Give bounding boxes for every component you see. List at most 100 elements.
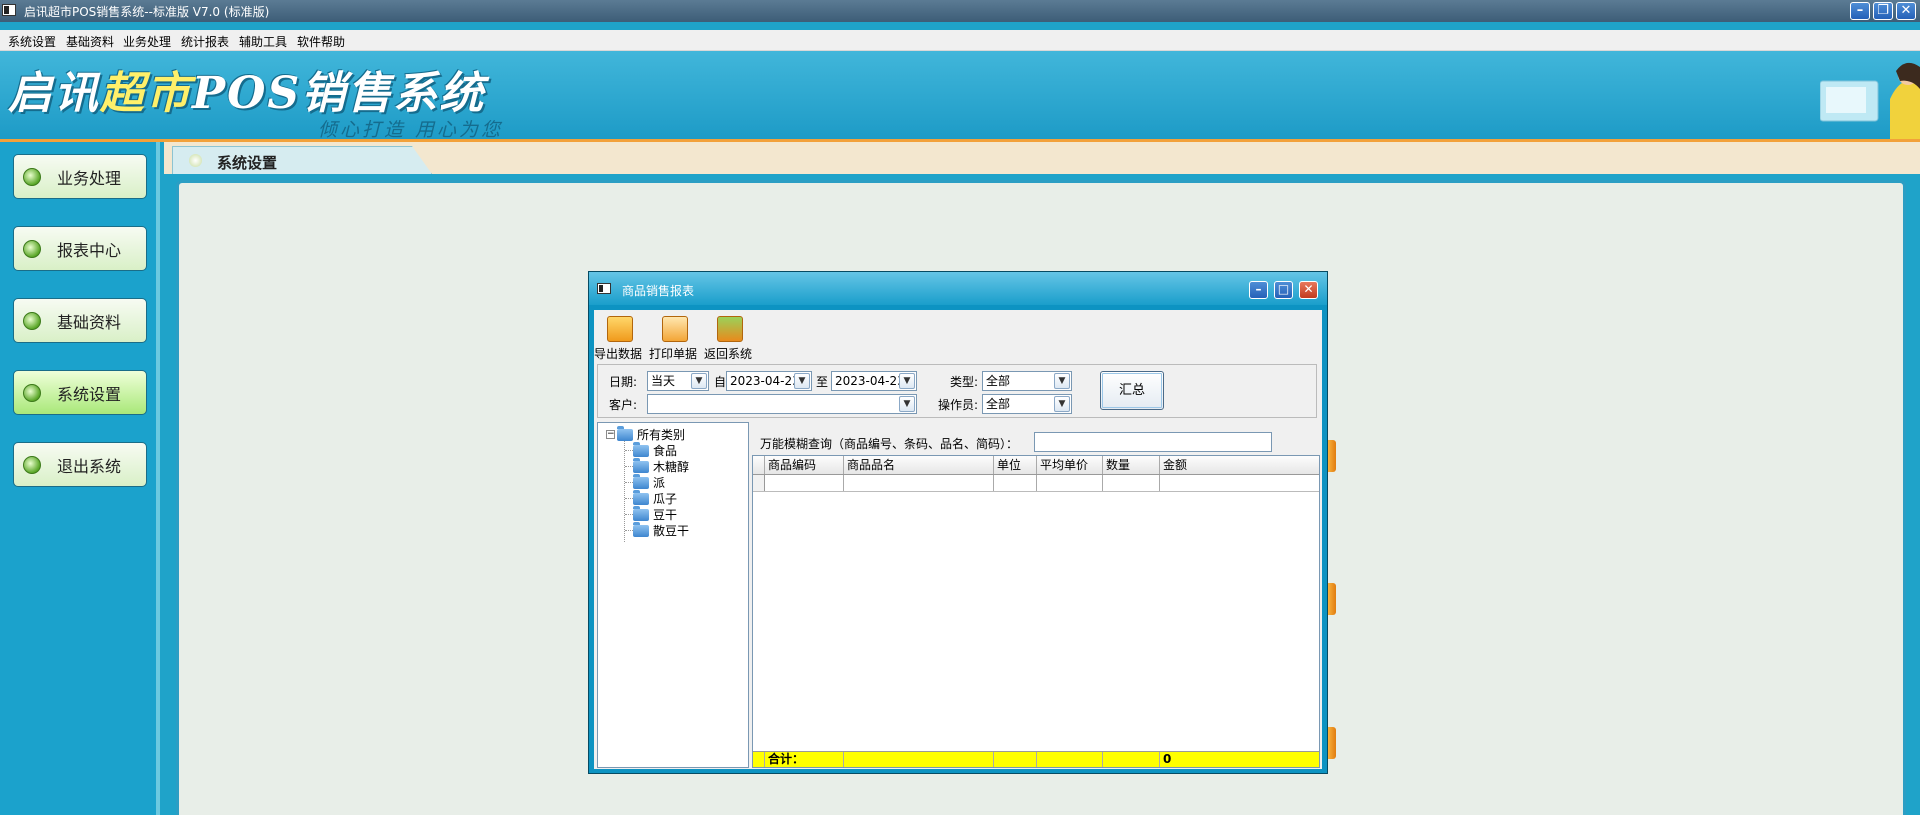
- menu-business[interactable]: 业务处理: [123, 33, 171, 50]
- tree-connector: [625, 482, 633, 483]
- column-header[interactable]: 金额: [1160, 456, 1220, 474]
- tree-node[interactable]: 瓜子: [633, 489, 677, 506]
- tree-label: 散豆干: [653, 524, 690, 538]
- total-cell: [994, 752, 1037, 767]
- column-header[interactable]: 商品编码: [765, 456, 844, 474]
- nav-business-button[interactable]: 业务处理: [13, 154, 147, 199]
- tree-node[interactable]: 食品: [633, 441, 678, 458]
- folder-icon: [633, 489, 649, 505]
- dialog-maximize-button[interactable]: □: [1274, 281, 1293, 299]
- nav-reports-button[interactable]: 报表中心: [13, 226, 147, 271]
- menu-bar: 系统设置 基础资料 业务处理 统计报表 辅助工具 软件帮助: [0, 30, 1920, 51]
- tab-title: 系统设置: [217, 154, 278, 172]
- tree-node[interactable]: 豆干: [633, 505, 677, 522]
- tab-dot-icon: [189, 154, 202, 167]
- export-icon: [607, 316, 633, 342]
- nav-exit-button[interactable]: 退出系统: [13, 442, 147, 487]
- end-date-picker[interactable]: 2023-04-23 ▼: [831, 371, 917, 391]
- minimize-button[interactable]: –: [1850, 2, 1870, 20]
- close-button[interactable]: ✕: [1896, 2, 1916, 20]
- tree-label: 食品: [653, 444, 678, 458]
- type-label: 类型:: [950, 375, 979, 389]
- nav-label: 业务处理: [57, 168, 122, 188]
- dialog-titlebar[interactable]: 商品销售报表 – □ ✕: [589, 272, 1327, 305]
- tree-node[interactable]: 派: [633, 473, 665, 490]
- tree-root[interactable]: 所有类别: [617, 425, 685, 442]
- menu-help[interactable]: 软件帮助: [297, 33, 345, 50]
- operator-label: 操作员:: [938, 398, 979, 412]
- dialog-close-button[interactable]: ✕: [1299, 281, 1318, 299]
- sales-table: 商品编码 商品品名 单位 平均单价 数量 金额 合计： 0: [752, 455, 1320, 768]
- table-cell[interactable]: [1103, 475, 1160, 491]
- customer-select[interactable]: ▼: [647, 394, 917, 414]
- table-cell[interactable]: [1037, 475, 1103, 491]
- search-input[interactable]: [1034, 432, 1272, 452]
- dialog-title: 商品销售报表: [622, 284, 695, 298]
- tree-connector: [625, 498, 633, 499]
- folder-icon: [633, 521, 649, 537]
- row-selector[interactable]: [753, 475, 765, 491]
- operator-select[interactable]: 全部 ▼: [982, 394, 1072, 414]
- menu-system-settings[interactable]: 系统设置: [8, 33, 56, 50]
- nav-system-settings-button[interactable]: 系统设置: [13, 370, 147, 415]
- side-handle[interactable]: [1328, 440, 1336, 472]
- table-header: 商品编码 商品品名 单位 平均单价 数量 金额: [753, 456, 1319, 475]
- nav-label: 报表中心: [57, 240, 122, 260]
- tree-connector: [625, 514, 633, 515]
- export-data-button[interactable]: 导出数据: [594, 316, 643, 362]
- nav-basic-data-button[interactable]: 基础资料: [13, 298, 147, 343]
- type-select[interactable]: 全部 ▼: [982, 371, 1072, 391]
- table-row[interactable]: [753, 475, 1319, 492]
- column-header[interactable]: 单位: [994, 456, 1037, 474]
- sales-report-dialog: 商品销售报表 – □ ✕ 导出数据 打印单据 返回系统 日期: 当天 ▼ 自 20…: [588, 271, 1328, 774]
- tree-node[interactable]: 散豆干: [633, 521, 690, 538]
- category-tree: − 所有类别 食品 木糖醇 派 瓜子 豆干 散豆干: [597, 422, 749, 768]
- side-handle[interactable]: [1328, 583, 1336, 615]
- status-light-icon: [23, 239, 41, 258]
- nav-label: 系统设置: [57, 384, 122, 404]
- date-range-select[interactable]: 当天 ▼: [647, 371, 709, 391]
- folder-icon: [633, 505, 649, 521]
- app-icon: [2, 4, 16, 16]
- restore-button[interactable]: ❐: [1873, 2, 1893, 20]
- total-cell: [844, 752, 994, 767]
- status-light-icon: [23, 311, 41, 330]
- toolbar-label: 导出数据: [593, 347, 642, 361]
- start-date-picker[interactable]: 2023-04-23 ▼: [726, 371, 812, 391]
- column-header[interactable]: 平均单价: [1037, 456, 1103, 474]
- tree-connector: [624, 439, 625, 542]
- side-handle[interactable]: [1328, 727, 1336, 759]
- table-cell[interactable]: [765, 475, 844, 491]
- nav-label: 基础资料: [57, 312, 122, 332]
- table-cell[interactable]: [1160, 475, 1220, 491]
- tab-system-settings[interactable]: 系统设置: [172, 146, 432, 174]
- chevron-down-icon: ▼: [899, 396, 915, 412]
- table-cell[interactable]: [844, 475, 994, 491]
- dialog-minimize-button[interactable]: –: [1249, 281, 1268, 299]
- header-banner: 启讯超市POS销售系统 倾心打造 用心为您: [0, 51, 1920, 142]
- sidebar: 业务处理 报表中心 基础资料 系统设置 退出系统: [0, 142, 160, 815]
- tab-strip: 系统设置: [164, 142, 1920, 174]
- summarize-button[interactable]: 汇总: [1100, 371, 1164, 410]
- dialog-app-icon: [597, 283, 611, 294]
- cashier-illustration-icon: [1820, 62, 1920, 142]
- return-button[interactable]: 返回系统: [704, 316, 753, 362]
- folder-icon: [617, 425, 633, 441]
- column-header[interactable]: 商品品名: [844, 456, 994, 474]
- column-header[interactable]: 数量: [1103, 456, 1160, 474]
- date-label: 日期:: [609, 375, 638, 389]
- search-label: 万能模糊查询（商品编号、条码、品名、简码）：: [760, 437, 1019, 451]
- print-button[interactable]: 打印单据: [649, 316, 698, 362]
- dialog-body: 导出数据 打印单据 返回系统 日期: 当天 ▼ 自 2023-04-23 ▼ 至 2…: [594, 310, 1322, 769]
- table-cell[interactable]: [994, 475, 1037, 491]
- menu-basic-data[interactable]: 基础资料: [66, 33, 114, 50]
- app-logo: 启讯超市POS销售系统: [8, 68, 486, 119]
- status-light-icon: [23, 455, 41, 474]
- row-selector-header: [753, 456, 765, 474]
- collapse-icon[interactable]: −: [606, 430, 615, 439]
- menu-reports[interactable]: 统计报表: [181, 33, 229, 50]
- slogan: 倾心打造 用心为您: [318, 119, 504, 141]
- status-light-icon: [23, 167, 41, 186]
- menu-tools[interactable]: 辅助工具: [239, 33, 287, 50]
- tree-node[interactable]: 木糖醇: [633, 457, 689, 474]
